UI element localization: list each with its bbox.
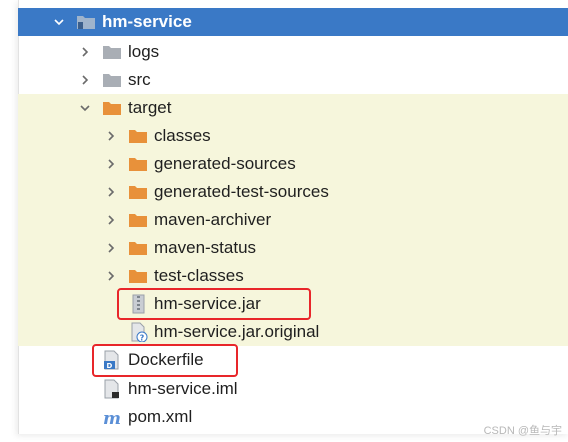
tree-node-hm-service-iml[interactable]: hm-service.iml [18,375,568,403]
tree-node-test-classes[interactable]: test-classes [18,262,568,290]
tree-node-label: target [128,98,172,117]
chevron-down-icon[interactable] [52,15,66,29]
orange-folder-icon [128,238,148,258]
tree-node-label: hm-service [102,12,192,31]
chevron-right-icon[interactable] [78,45,92,59]
tree-node-label: maven-status [154,238,257,257]
tree-node-hm-service[interactable]: hm-service [18,8,568,36]
module-folder-icon [76,12,96,32]
orange-folder-icon [128,266,148,286]
orange-folder-icon [128,182,148,202]
tree-node-target[interactable]: target [18,94,568,122]
highlight-box-jar [117,288,311,320]
tree-node-label: maven-archiver [154,210,272,229]
chevron-down-icon[interactable] [78,101,92,115]
tree-node-label: generated-sources [154,154,296,173]
maven-icon: m [102,407,122,427]
tree-node-hm-service-jar-original[interactable]: ? hm-service.jar.original [18,318,568,346]
orange-folder-icon [102,98,122,118]
tree-node-maven-archiver[interactable]: maven-archiver [18,206,568,234]
tree-node-logs[interactable]: logs [18,38,568,66]
tree-node-label: hm-service.iml [128,379,238,398]
tree-node-src[interactable]: src [18,66,568,94]
tree-node-label: pom.xml [128,407,193,426]
tree-node-label: hm-service.jar.original [154,322,320,341]
highlight-box-dockerfile [92,344,238,377]
chevron-right-icon[interactable] [104,269,118,283]
tree-node-maven-status[interactable]: maven-status [18,234,568,262]
chevron-right-icon[interactable] [104,129,118,143]
tree-node-label: classes [154,126,211,145]
chevron-right-icon[interactable] [104,185,118,199]
orange-folder-icon [128,126,148,146]
tree-node-label: src [128,70,151,89]
tree-node-label: test-classes [154,266,244,285]
svg-text:m: m [103,409,121,427]
unknown-file-icon: ? [128,322,148,342]
tree-node-label: logs [128,42,160,61]
folder-icon [102,42,122,62]
chevron-right-icon[interactable] [104,157,118,171]
chevron-right-icon[interactable] [78,73,92,87]
folder-icon [102,70,122,90]
svg-text:?: ? [140,334,145,343]
orange-folder-icon [128,210,148,230]
chevron-right-icon[interactable] [104,213,118,227]
tree-node-generated-test-sources[interactable]: generated-test-sources [18,178,568,206]
tree-node-classes[interactable]: classes [18,122,568,150]
tree-node-generated-sources[interactable]: generated-sources [18,150,568,178]
tree-node-label: generated-test-sources [154,182,329,201]
orange-folder-icon [128,154,148,174]
module-file-icon [102,379,122,399]
chevron-right-icon[interactable] [104,241,118,255]
watermark: CSDN @鱼与宇 [483,425,562,437]
